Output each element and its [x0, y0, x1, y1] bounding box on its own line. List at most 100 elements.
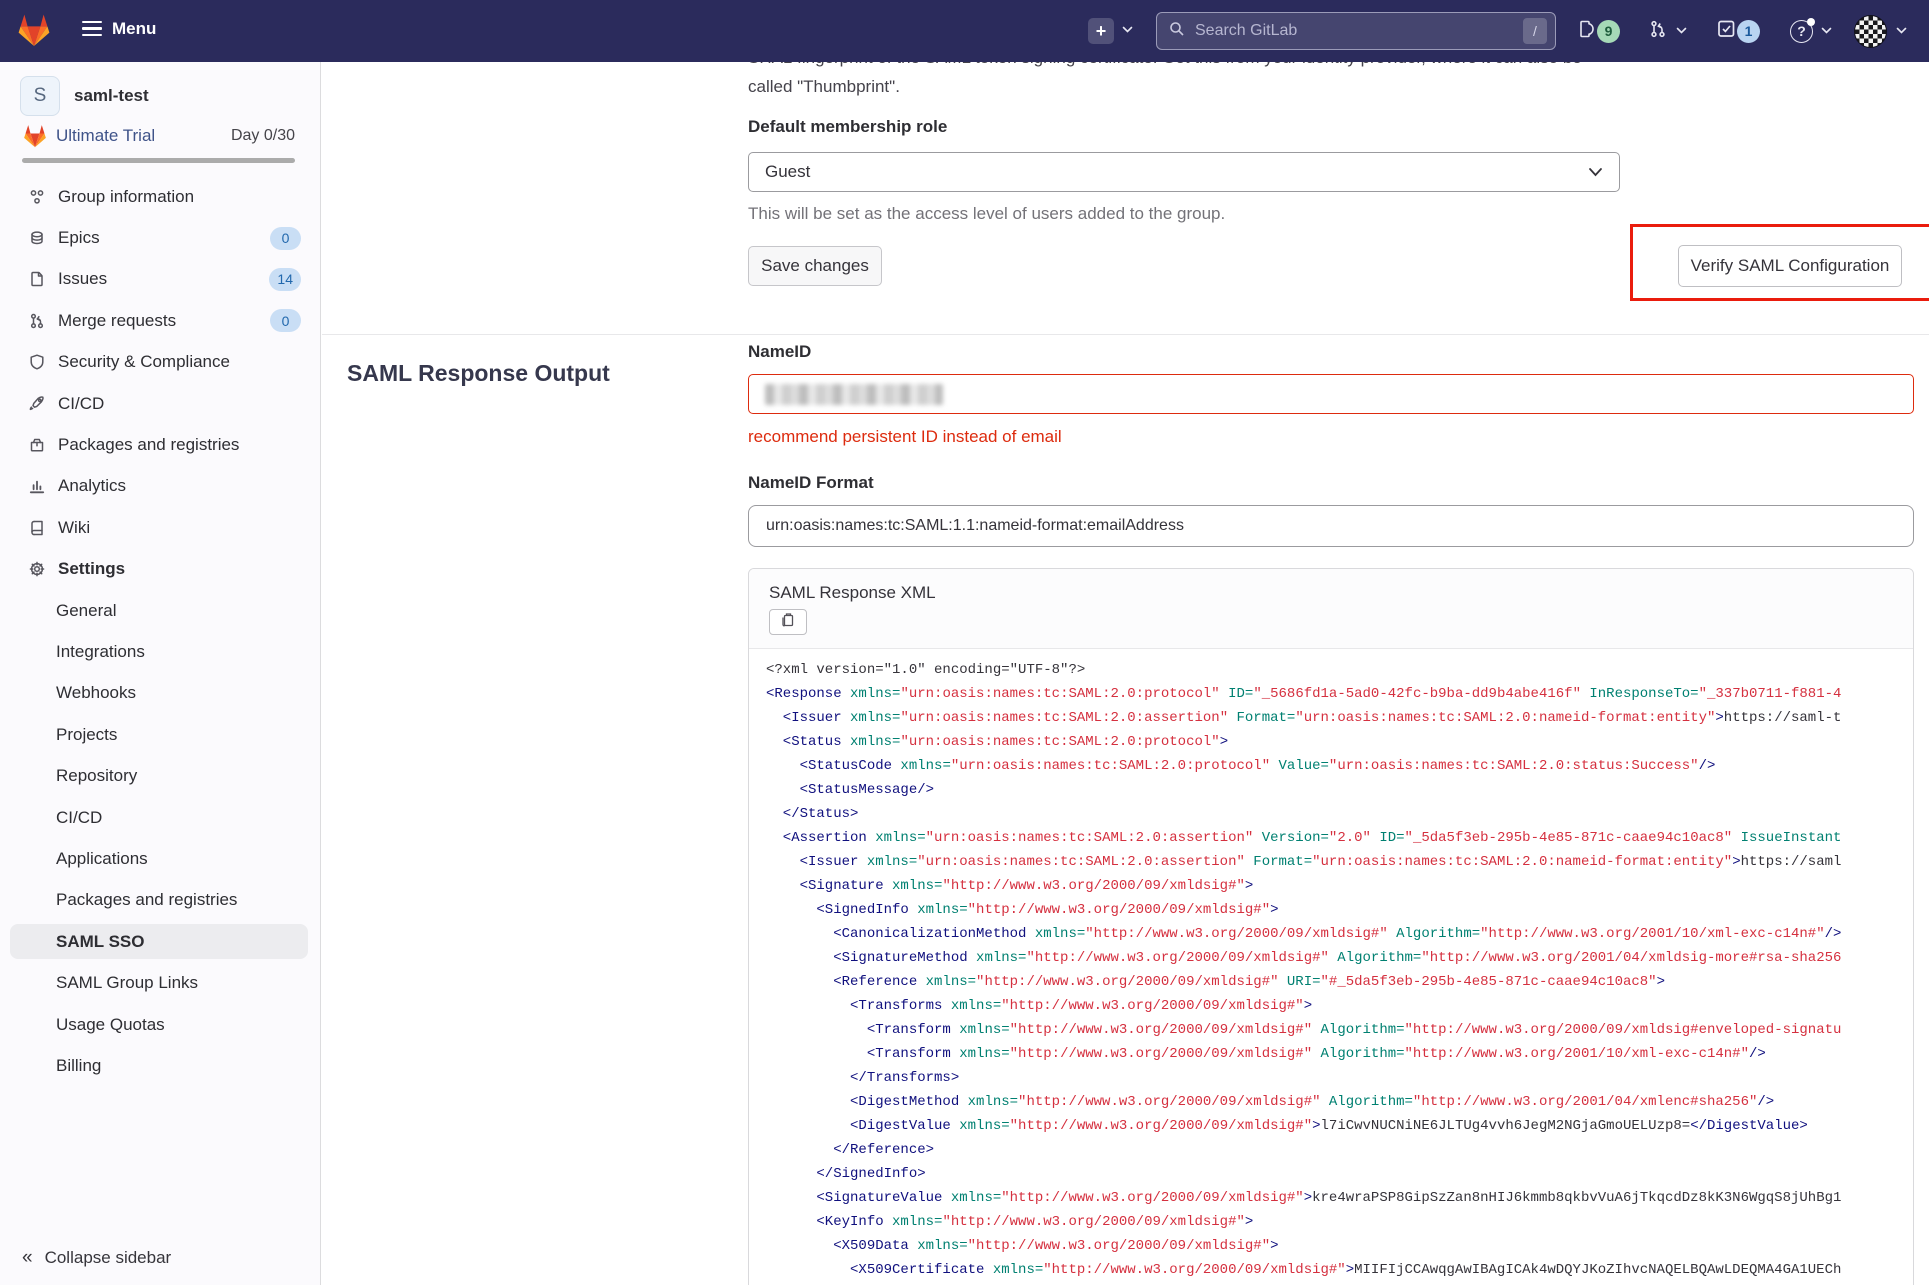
xml-code-line: <Signature xmlns="http://www.w3.org/2000…: [766, 878, 1254, 894]
nameid-format-label: NameID Format: [748, 473, 874, 492]
sidebar-subitem-webhooks[interactable]: Webhooks: [0, 673, 321, 714]
count-badge: 0: [270, 309, 301, 333]
nameid-input[interactable]: [748, 374, 1914, 414]
xml-code-line: <Transform xmlns="http://www.w3.org/2000…: [766, 1046, 1766, 1062]
notification-dot: [1807, 17, 1815, 26]
xml-code-line: <Transform xmlns="http://www.w3.org/2000…: [766, 1022, 1842, 1038]
chevron-down-icon: [1676, 22, 1687, 40]
sidebar-item-analytics[interactable]: Analytics: [0, 466, 321, 507]
group-header[interactable]: S saml-test: [20, 76, 149, 116]
xml-code-line: </SignedInfo>: [766, 1166, 926, 1182]
issues-count-badge: 9: [1597, 19, 1620, 43]
membership-role-help: This will be set as the access level of …: [748, 204, 1226, 223]
sidebar-subitem-label: Repository: [56, 766, 138, 786]
sidebar-subitem-projects[interactable]: Projects: [0, 714, 321, 755]
gitlab-logo-icon[interactable]: [16, 13, 52, 47]
xml-code-line: <KeyInfo xmlns="http://www.w3.org/2000/0…: [766, 1214, 1254, 1230]
security-compliance-icon: [28, 353, 46, 371]
xml-code-line: </Status>: [766, 806, 859, 822]
sidebar-subitem-label: Projects: [56, 724, 118, 744]
sidebar-subitem-billing[interactable]: Billing: [0, 1045, 321, 1086]
menu-button[interactable]: Menu: [82, 17, 156, 40]
issues-icon: [1577, 19, 1597, 44]
wiki-icon: [28, 519, 46, 537]
merge-requests-nav-button[interactable]: [1648, 0, 1687, 62]
xml-code-line: <SignatureValue xmlns="http://www.w3.org…: [766, 1190, 1842, 1206]
new-menu-button[interactable]: +: [1088, 18, 1114, 44]
saml-response-output-heading: SAML Response Output: [347, 360, 610, 386]
sidebar-item-label: Analytics: [58, 476, 127, 496]
sidebar-item-label: Settings: [58, 559, 126, 579]
xml-code-line: <Status xmlns="urn:oasis:names:tc:SAML:2…: [766, 734, 1229, 750]
sidebar-subitem-integrations[interactable]: Integrations: [0, 631, 321, 672]
main-content: SHA1 fingerprint of the SAML token signi…: [322, 0, 1929, 1285]
search-input[interactable]: [1193, 21, 1523, 41]
xml-code-line: </Reference>: [766, 1142, 935, 1158]
copy-button[interactable]: [769, 609, 807, 635]
help-icon: ?: [1790, 17, 1815, 43]
global-search[interactable]: /: [1156, 12, 1556, 50]
sidebar-item-settings[interactable]: Settings: [0, 549, 321, 590]
sidebar-subitem-label: SAML SSO: [56, 931, 145, 951]
nameid-warning-text: recommend persistent ID instead of email: [748, 427, 1062, 446]
gitlab-fox-icon: [22, 124, 48, 148]
nameid-label: NameID: [748, 342, 812, 361]
sidebar-item-group-information[interactable]: Group information: [0, 176, 321, 217]
help-nav-button[interactable]: ?: [1790, 0, 1832, 62]
xml-code-block[interactable]: <?xml version="1.0" encoding="UTF-8"?> <R…: [749, 650, 1912, 1285]
sidebar-item-label: Packages and registries: [58, 435, 240, 455]
trial-status[interactable]: Ultimate Trial Day 0/30: [22, 124, 295, 148]
xml-card-header: SAML Response XML: [749, 569, 1913, 649]
sidebar-item-merge-requests[interactable]: Merge requests 0: [0, 300, 321, 341]
group-avatar: S: [20, 76, 60, 116]
settings-icon: [28, 560, 46, 578]
xml-code-line: <DigestValue xmlns="http://www.w3.org/20…: [766, 1118, 1808, 1134]
save-changes-button[interactable]: Save changes: [748, 246, 882, 286]
xml-code-line: <Issuer xmlns="urn:oasis:names:tc:SAML:2…: [766, 854, 1842, 870]
chevron-down-icon: [1896, 22, 1907, 40]
membership-role-label: Default membership role: [748, 117, 948, 136]
todos-nav-button[interactable]: 1: [1716, 0, 1760, 62]
sidebar-item-security-compliance[interactable]: Security & Compliance: [0, 342, 321, 383]
section-divider: [322, 334, 1929, 335]
xml-code-line: <StatusMessage/>: [766, 782, 935, 798]
sidebar-subitem-label: Integrations: [56, 641, 145, 661]
collapse-sidebar-button[interactable]: « Collapse sidebar: [22, 1247, 171, 1269]
sidebar-item-epics[interactable]: Epics 0: [0, 217, 321, 258]
trial-progress-bar: [22, 158, 295, 163]
certificate-fingerprint-note-2: called "Thumbprint".: [748, 77, 900, 96]
sidebar-subitem-general[interactable]: General: [0, 590, 321, 631]
xml-code-line: <SignatureMethod xmlns="http://www.w3.or…: [766, 950, 1842, 966]
sidebar-item-wiki[interactable]: Wiki: [0, 507, 321, 548]
sidebar-subitem-label: Usage Quotas: [56, 1014, 165, 1034]
clipboard-icon: [781, 612, 795, 632]
count-badge: 14: [269, 267, 301, 291]
sidebar-subitem-saml-sso[interactable]: SAML SSO: [0, 921, 321, 962]
issues-nav-button[interactable]: 9: [1577, 0, 1620, 62]
sidebar-subitem-repository[interactable]: Repository: [0, 755, 321, 796]
xml-code-line: </Transforms>: [766, 1070, 960, 1086]
ci-cd-icon: [28, 395, 46, 413]
sidebar-item-label: CI/CD: [58, 393, 105, 413]
sidebar-subitem-saml-group-links[interactable]: SAML Group Links: [0, 962, 321, 1003]
user-menu-button[interactable]: [1854, 0, 1907, 62]
chevron-down-icon[interactable]: [1122, 26, 1133, 34]
xml-code-line: <X509Data xmlns="http://www.w3.org/2000/…: [766, 1238, 1279, 1254]
sidebar-item-ci-cd[interactable]: CI/CD: [0, 383, 321, 424]
user-avatar: [1854, 14, 1887, 48]
sidebar-subitem-packages-and-registries[interactable]: Packages and registries: [0, 880, 321, 921]
sidebar-subitem-usage-quotas[interactable]: Usage Quotas: [0, 1004, 321, 1045]
membership-role-select[interactable]: Guest: [748, 152, 1620, 192]
analytics-icon: [28, 477, 46, 495]
sidebar-item-packages-and-registries[interactable]: Packages and registries: [0, 424, 321, 465]
nameid-format-input[interactable]: [748, 505, 1914, 547]
sidebar-item-issues[interactable]: Issues 14: [0, 259, 321, 300]
sidebar-item-label: Merge requests: [58, 310, 177, 330]
sidebar-subitem-ci-cd[interactable]: CI/CD: [0, 797, 321, 838]
sidebar-subitem-label: Billing: [56, 1055, 102, 1075]
sidebar-item-label: Issues: [58, 269, 108, 289]
sidebar-subitem-applications[interactable]: Applications: [0, 838, 321, 879]
hamburger-icon: [82, 17, 102, 40]
red-highlight-annotation: [1630, 224, 1929, 301]
trial-label: Ultimate Trial: [56, 126, 156, 145]
